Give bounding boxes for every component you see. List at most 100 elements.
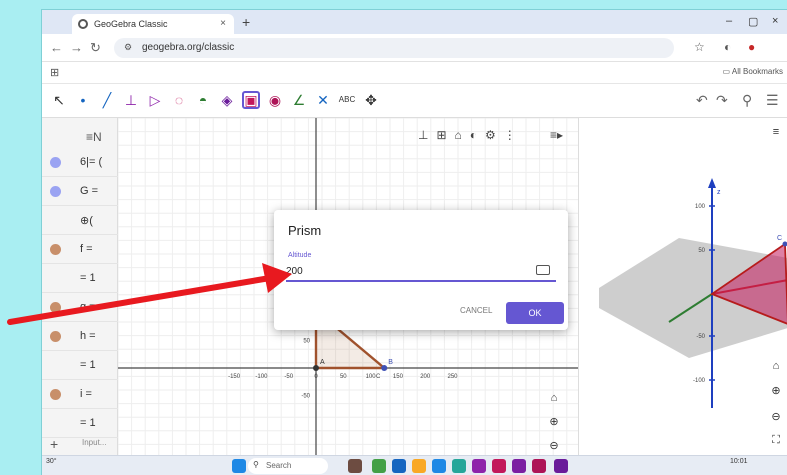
rotate-view-tool-icon[interactable]: ✥	[362, 91, 380, 109]
angle-tool-icon[interactable]: ∠	[290, 91, 308, 109]
polygon-tool-icon[interactable]: ▷	[146, 91, 164, 109]
visibility-toggle-icon[interactable]	[50, 186, 61, 197]
algebra-row[interactable]: ⊕(	[42, 206, 118, 235]
algebra-row[interactable]: f =	[42, 235, 118, 264]
style-bar-button[interactable]: ◐	[470, 128, 477, 142]
photos-icon[interactable]	[452, 459, 466, 473]
restore-icon[interactable]: ▢	[748, 15, 758, 28]
x-tick-label: 100	[366, 374, 377, 380]
system-clock[interactable]: 10:01	[730, 458, 748, 465]
algebra-row-text: h =	[80, 330, 96, 342]
z-axis-label: z	[717, 189, 721, 196]
style-bar-button[interactable]: ⊥	[418, 128, 428, 142]
geogebra-icon-2[interactable]	[492, 459, 506, 473]
zoom-in-button[interactable]: ⊕	[544, 412, 564, 432]
prism-tool-icon[interactable]: ▣	[242, 91, 260, 109]
widgets-icon[interactable]	[348, 459, 362, 473]
add-input-icon[interactable]: +	[50, 436, 58, 452]
geogebra-icon-5[interactable]	[554, 459, 568, 473]
home-3d-button[interactable]: ⌂	[767, 360, 785, 378]
back-icon[interactable]: ←	[50, 40, 63, 55]
algebra-row[interactable]: = 1	[42, 409, 118, 438]
visibility-toggle-icon[interactable]	[50, 389, 61, 400]
taskbar-search[interactable]: ⚲ Search	[248, 458, 328, 474]
bookmark-star-icon[interactable]: ☆	[694, 40, 705, 54]
style-bar-button[interactable]: ⚙	[485, 128, 496, 142]
ok-button[interactable]: OK	[506, 302, 564, 324]
file-explorer-icon[interactable]	[412, 459, 426, 473]
forward-icon[interactable]: →	[70, 40, 83, 55]
algebra-input[interactable]: Input...	[82, 438, 106, 447]
move-tool-icon[interactable]: ↖	[50, 91, 68, 109]
algebra-row[interactable]: G =	[42, 177, 118, 206]
dialog-title: Prism	[288, 223, 322, 238]
visibility-toggle-icon[interactable]	[50, 302, 61, 313]
keyboard-icon[interactable]	[536, 265, 550, 275]
algebra-row-text: = 1	[80, 417, 96, 429]
fullscreen-3d-button[interactable]: ⛶	[767, 434, 785, 452]
algebra-row[interactable]: g =	[42, 293, 118, 322]
visibility-toggle-icon[interactable]	[50, 157, 61, 168]
x-tick-label: -50	[284, 374, 293, 380]
edge-icon[interactable]	[392, 459, 406, 473]
graphics-3d-canvas[interactable]: z 100 50 -50 -100 C	[579, 118, 787, 455]
zoom-out-3d-button[interactable]: ⊖	[767, 410, 785, 428]
main-menu-icon[interactable]: ☰	[766, 92, 779, 109]
graphics-3d-menu-icon[interactable]: ≡	[767, 126, 785, 144]
altitude-input[interactable]	[286, 262, 556, 282]
redo-icon[interactable]: ↷	[716, 92, 728, 109]
tab-geogebra[interactable]: GeoGebra Classic ×	[72, 14, 234, 34]
graphics-view-3d[interactable]: z 100 50 -50 -100 C ≡ ⌂ ⊕ ⊖ ⛶	[578, 118, 787, 455]
visibility-toggle-icon[interactable]	[50, 331, 61, 342]
url-field[interactable]: ⚙ geogebra.org/classic	[114, 38, 674, 58]
algebra-row[interactable]: = 1	[42, 264, 118, 293]
zoom-out-button[interactable]: ⊖	[544, 436, 564, 455]
minimize-icon[interactable]: –	[726, 15, 732, 27]
undo-icon[interactable]: ↶	[696, 92, 708, 109]
reflect-tool-icon[interactable]: ✕	[314, 91, 332, 109]
site-info-icon[interactable]: ⚙	[124, 42, 132, 53]
sphere-tool-icon[interactable]: ◉	[266, 91, 284, 109]
style-bar-button[interactable]: ⌂	[455, 128, 462, 142]
all-bookmarks-button[interactable]: ▭ All Bookmarks	[723, 67, 783, 76]
url-text: geogebra.org/classic	[142, 42, 235, 53]
intersect-tool-icon[interactable]: ◓	[194, 91, 212, 109]
algebra-row-text: G =	[80, 185, 99, 197]
line-tool-icon[interactable]: ╱	[98, 91, 116, 109]
algebra-row[interactable]: = 1	[42, 351, 118, 380]
close-window-icon[interactable]: ×	[772, 15, 778, 27]
tab-close-icon[interactable]: ×	[220, 18, 226, 29]
apps-grid-icon[interactable]: ⊞	[50, 66, 59, 79]
point-a[interactable]	[313, 365, 319, 371]
style-bar-button[interactable]: ⋮	[504, 128, 516, 142]
text-tool-icon[interactable]: ABC	[338, 91, 356, 109]
style-bar-button[interactable]: ⊞	[436, 128, 446, 142]
perpendicular-tool-icon[interactable]: ⊥	[122, 91, 140, 109]
extension-icon[interactable]: ◐	[724, 40, 731, 54]
point-b[interactable]	[381, 365, 388, 371]
zoom-in-3d-button[interactable]: ⊕	[767, 384, 785, 402]
geogebra-icon-1[interactable]	[472, 459, 486, 473]
algebra-row[interactable]: i =	[42, 380, 118, 409]
new-tab-icon[interactable]: +	[242, 14, 250, 30]
cancel-button[interactable]: CANCEL	[460, 306, 492, 315]
point-tool-icon[interactable]: •	[74, 91, 92, 109]
algebra-row[interactable]: h =	[42, 322, 118, 351]
home-view-button[interactable]: ⌂	[544, 388, 564, 408]
geogebra-icon-4[interactable]	[532, 459, 546, 473]
graphics-menu-icon[interactable]: ≡▸	[550, 128, 563, 142]
bookmarks-bar: ⊞ ▭ All Bookmarks	[42, 62, 787, 84]
visibility-toggle-icon[interactable]	[50, 244, 61, 255]
profile-icon[interactable]: ●	[748, 40, 755, 54]
reload-icon[interactable]: ↻	[90, 40, 101, 56]
weather-widget[interactable]: 30°	[46, 458, 57, 465]
chrome-icon[interactable]	[372, 459, 386, 473]
store-icon[interactable]	[432, 459, 446, 473]
algebra-sort-icon[interactable]: ≡N	[86, 130, 102, 144]
plane-tool-icon[interactable]: ◈	[218, 91, 236, 109]
search-icon[interactable]: ⚲	[742, 92, 752, 109]
windows-start-icon[interactable]	[232, 459, 246, 473]
geogebra-icon-3[interactable]	[512, 459, 526, 473]
circle-tool-icon[interactable]: ◌	[170, 91, 188, 109]
algebra-row[interactable]: 6|= (	[42, 148, 118, 177]
